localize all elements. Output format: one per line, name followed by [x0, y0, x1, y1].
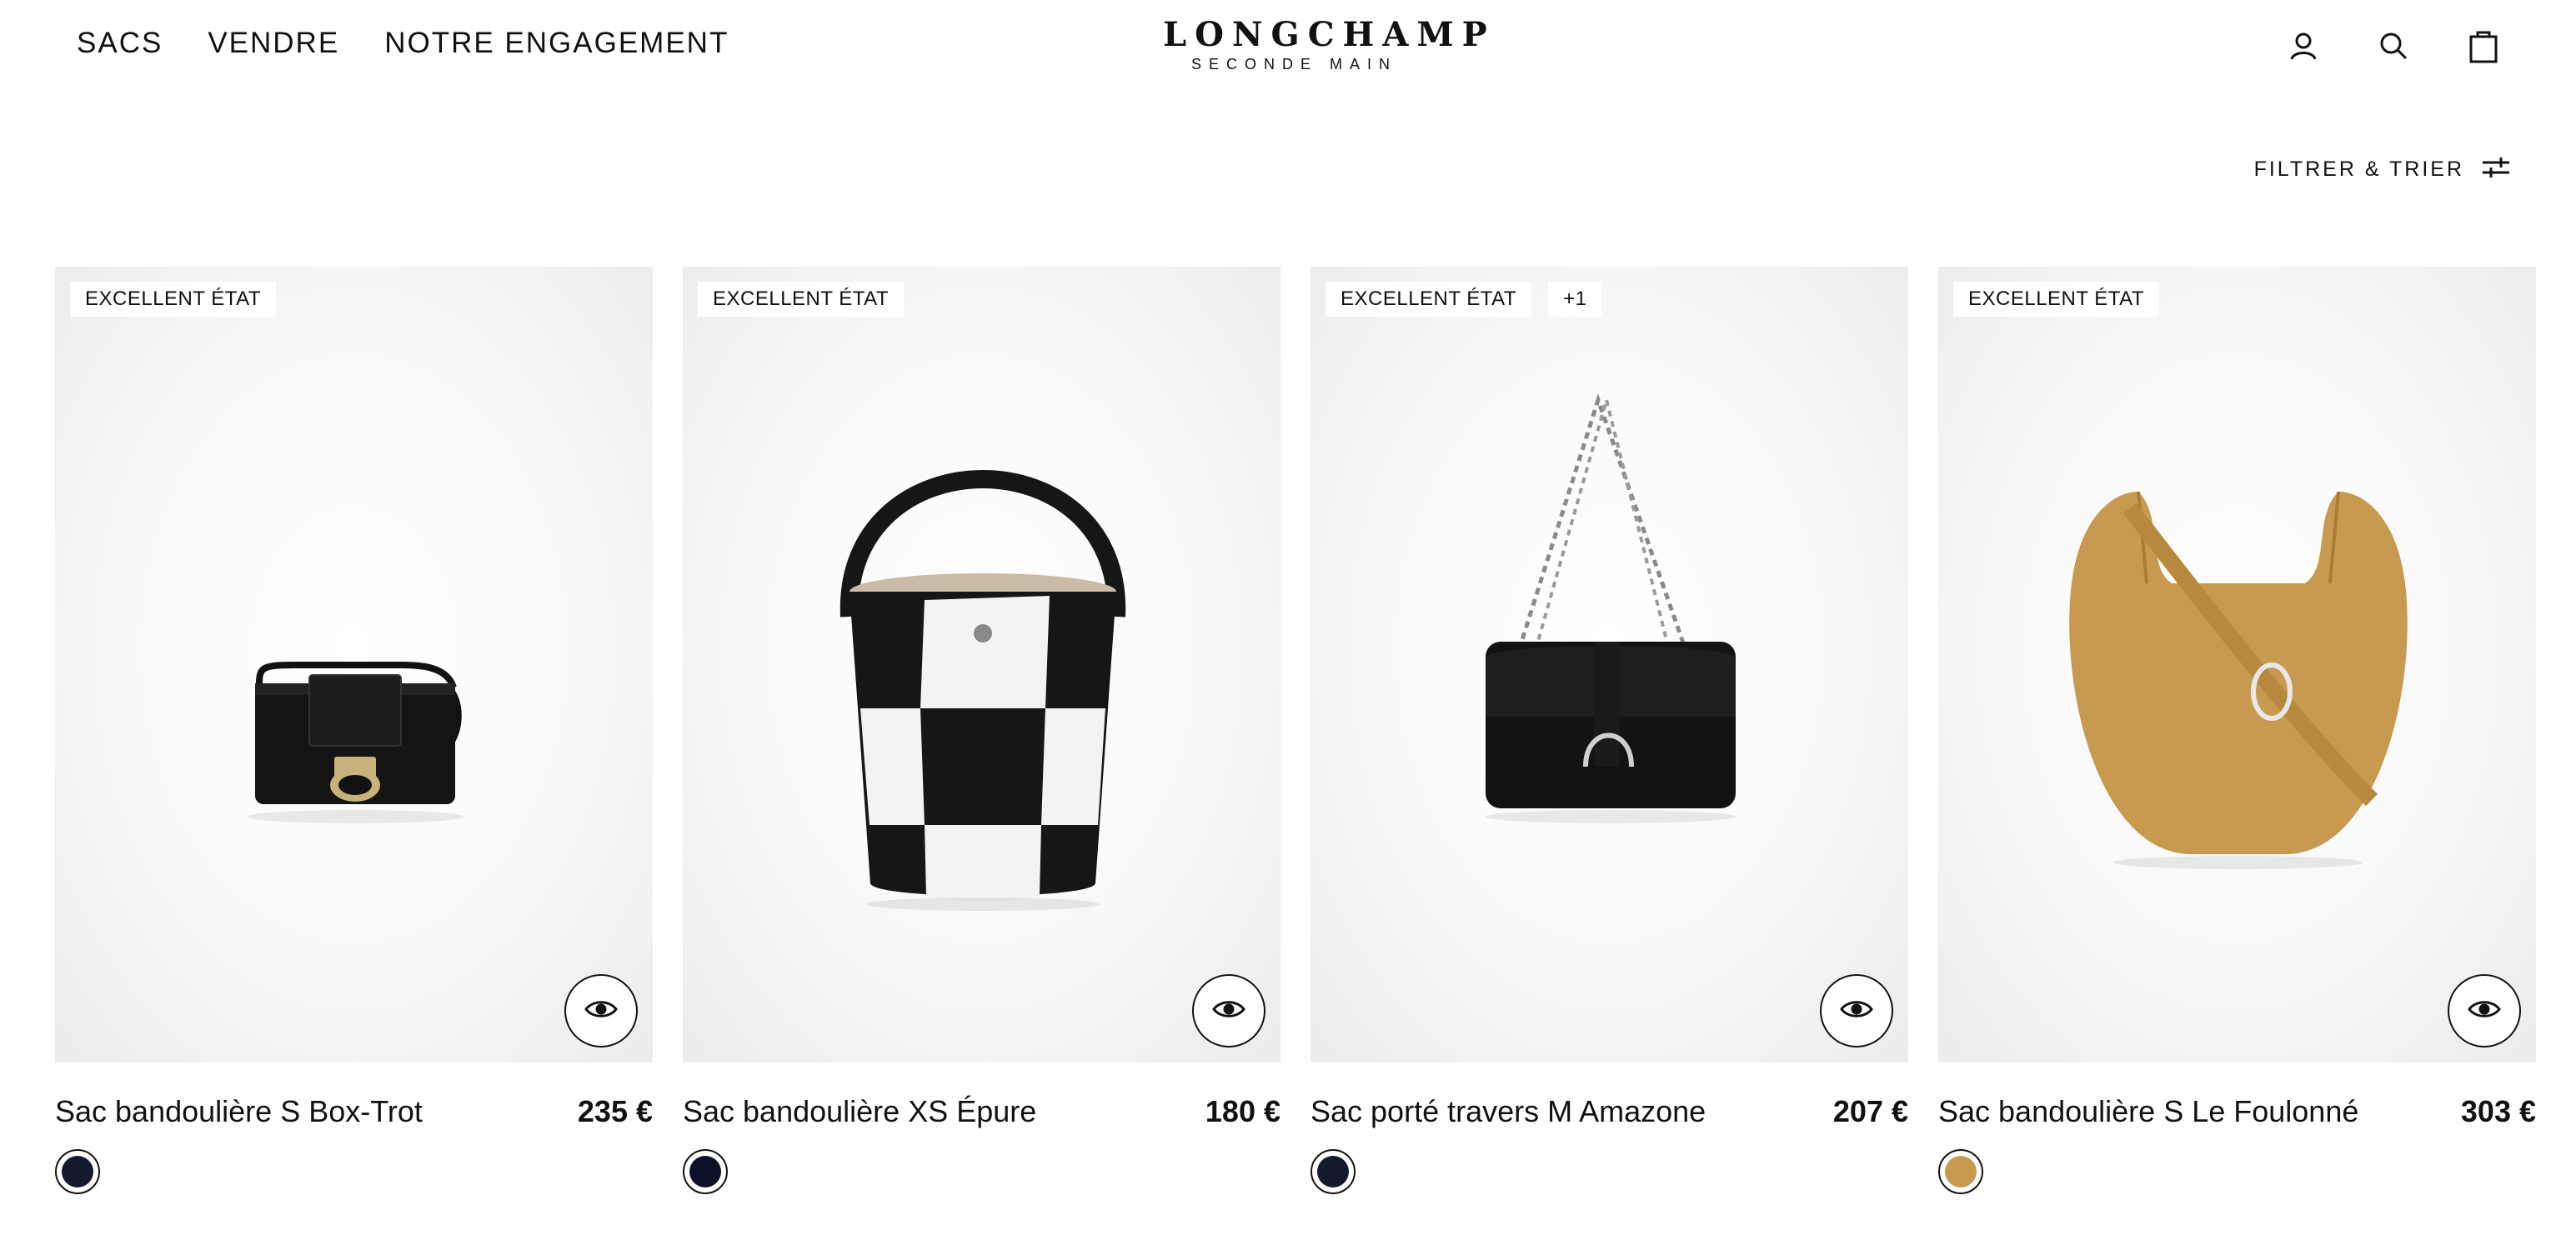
- product-info: Sac bandoulière XS Épure 180 €: [683, 1094, 1280, 1129]
- quick-view-button[interactable]: [1820, 974, 1893, 1048]
- product-media[interactable]: EXCELLENT ÉTAT +1: [1311, 267, 1908, 1062]
- product-info: Sac bandoulière S Le Foulonné 303 €: [1938, 1094, 2536, 1129]
- color-swatch[interactable]: [1938, 1149, 1983, 1194]
- product-name[interactable]: Sac bandoulière S Le Foulonné: [1938, 1094, 2358, 1129]
- condition-badges: EXCELLENT ÉTAT: [70, 282, 277, 317]
- filter-sort-label: FILTRER & TRIER: [2253, 158, 2464, 181]
- quick-view-button[interactable]: [1192, 974, 1265, 1048]
- product-grid: EXCELLENT ÉTAT Sac bandoulière S Box-Tro…: [55, 267, 2536, 1194]
- eye-icon: [2468, 998, 2501, 1024]
- color-swatch[interactable]: [1311, 1149, 1356, 1194]
- logo-wordmark: LONGCHAMP: [1163, 15, 1496, 54]
- condition-badges: EXCELLENT ÉTAT: [1953, 282, 2160, 317]
- color-swatch-dot: [1317, 1156, 1349, 1188]
- color-swatch-dot: [689, 1156, 721, 1188]
- condition-badges: EXCELLENT ÉTAT: [698, 282, 905, 317]
- eye-icon: [1212, 998, 1245, 1024]
- more-badges-count: +1: [1548, 282, 1602, 317]
- nav-vendre[interactable]: VENDRE: [208, 27, 339, 60]
- color-swatch[interactable]: [683, 1149, 728, 1194]
- product-price: 207 €: [1832, 1094, 1908, 1128]
- product-image: [2069, 491, 2408, 869]
- product-card[interactable]: EXCELLENT ÉTAT Sac bandoulière S Le Foul…: [1938, 267, 2536, 1194]
- product-info: Sac bandoulière S Box-Trot 235 €: [55, 1094, 653, 1129]
- header-actions: [2284, 27, 2503, 65]
- product-price: 303 €: [2460, 1094, 2536, 1128]
- product-media[interactable]: EXCELLENT ÉTAT: [55, 267, 653, 1062]
- condition-badge: EXCELLENT ÉTAT: [1953, 282, 2160, 317]
- product-price: 180 €: [1205, 1094, 1280, 1128]
- product-image: [247, 662, 464, 823]
- color-swatch[interactable]: [55, 1149, 100, 1194]
- main-nav: SACS VENDRE NOTRE ENGAGEMENT: [77, 27, 729, 60]
- product-info: Sac porté travers M Amazone 207 €: [1311, 1094, 1908, 1129]
- nav-sacs[interactable]: SACS: [77, 27, 163, 60]
- product-name[interactable]: Sac porté travers M Amazone: [1311, 1094, 1706, 1129]
- product-media[interactable]: EXCELLENT ÉTAT: [683, 267, 1280, 1062]
- eye-icon: [1840, 998, 1873, 1024]
- condition-badges: EXCELLENT ÉTAT +1: [1326, 282, 1602, 317]
- product-card[interactable]: EXCELLENT ÉTAT Sac bandoulière XS Épure …: [683, 267, 1280, 1194]
- product-image: [839, 470, 1126, 911]
- shopping-bag-icon[interactable]: [2464, 27, 2503, 65]
- condition-badge: EXCELLENT ÉTAT: [70, 282, 277, 317]
- color-swatch-dot: [1945, 1156, 1977, 1188]
- account-icon[interactable]: [2284, 27, 2323, 65]
- brand-logo[interactable]: LONGCHAMP SECONDE MAIN: [1163, 15, 1496, 73]
- logo-subtitle: SECONDE MAIN: [1190, 56, 1398, 72]
- eye-icon: [584, 998, 618, 1024]
- filter-sliders-icon: [2481, 155, 2511, 184]
- condition-badge: EXCELLENT ÉTAT: [1326, 282, 1532, 317]
- product-media[interactable]: EXCELLENT ÉTAT: [1938, 267, 2536, 1062]
- product-price: 235 €: [577, 1094, 653, 1128]
- product-name[interactable]: Sac bandoulière S Box-Trot: [55, 1094, 423, 1129]
- filter-sort-button[interactable]: FILTRER & TRIER: [2254, 155, 2511, 184]
- site-header: SACS VENDRE NOTRE ENGAGEMENT LONGCHAMP S…: [0, 0, 2576, 98]
- quick-view-button[interactable]: [564, 974, 638, 1048]
- nav-notre-engagement[interactable]: NOTRE ENGAGEMENT: [384, 27, 729, 60]
- product-card[interactable]: EXCELLENT ÉTAT Sac bandoulière S Box-Tro…: [55, 267, 653, 1194]
- product-name[interactable]: Sac bandoulière XS Épure: [683, 1094, 1036, 1129]
- quick-view-button[interactable]: [2448, 974, 2521, 1048]
- search-icon[interactable]: [2374, 27, 2413, 65]
- color-swatch-dot: [62, 1156, 93, 1188]
- product-image: [1486, 393, 1736, 823]
- product-card[interactable]: EXCELLENT ÉTAT +1 Sac porté travers M Am…: [1311, 267, 1908, 1194]
- condition-badge: EXCELLENT ÉTAT: [698, 282, 905, 317]
